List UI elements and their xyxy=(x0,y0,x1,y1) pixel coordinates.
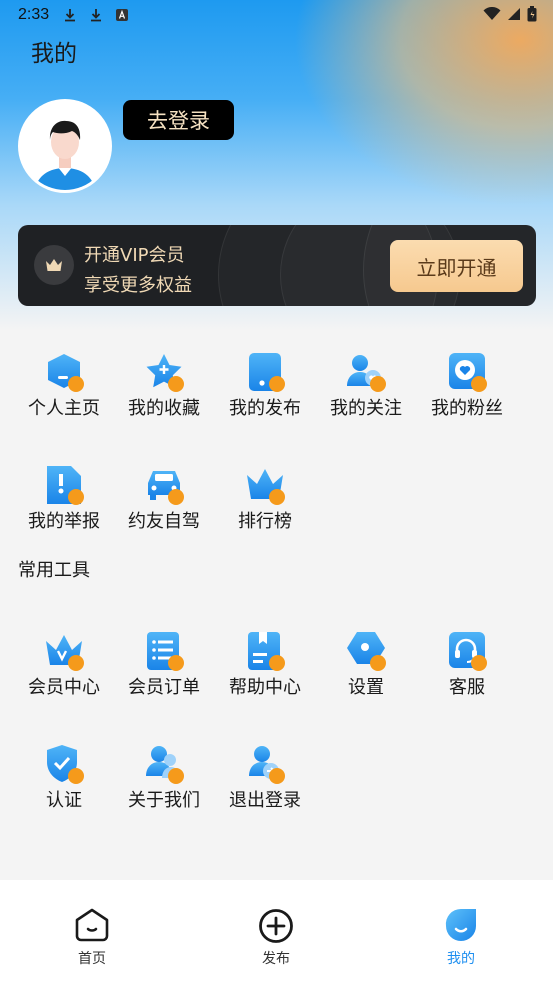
star-icon xyxy=(144,352,184,392)
tool-item-label: 设置 xyxy=(348,677,384,698)
status-icons xyxy=(483,6,537,22)
status-time: 2:33 xyxy=(18,6,50,23)
tool-item-about-us[interactable]: 关于我们 xyxy=(114,744,214,816)
login-button[interactable]: 去登录 xyxy=(123,100,234,140)
app-notification-icon xyxy=(116,9,129,21)
tool-item-help-center[interactable]: 帮助中心 xyxy=(215,631,315,703)
tab-label: 首页 xyxy=(78,951,106,967)
tools-section-title: 常用工具 xyxy=(18,560,90,581)
menu-item-label: 约友自驾 xyxy=(128,511,200,532)
tool-item-label: 会员订单 xyxy=(128,677,200,698)
vip-crown-badge xyxy=(34,245,74,285)
car-icon xyxy=(144,465,184,505)
page-title: 我的 xyxy=(31,41,77,67)
crown-icon xyxy=(46,259,62,271)
tool-item-settings[interactable]: 设置 xyxy=(316,631,416,703)
vip-title: 开通VIP会员 xyxy=(84,245,185,266)
tool-item-label: 认证 xyxy=(46,790,82,811)
tool-item-label: 客服 xyxy=(449,677,485,698)
menu-item-label: 我的发布 xyxy=(229,398,301,419)
menu-item-label: 我的粉丝 xyxy=(431,398,503,419)
vip-crown-icon xyxy=(44,631,84,671)
download-icon xyxy=(65,9,76,22)
menu-item-report[interactable]: 我的举报 xyxy=(14,465,114,537)
menu-item-label: 我的关注 xyxy=(330,398,402,419)
vip-subtitle: 享受更多权益 xyxy=(84,275,192,296)
status-bar: 2:33 xyxy=(0,0,553,30)
plus-circle-icon xyxy=(259,909,293,943)
help-book-icon xyxy=(245,631,285,671)
signal-icon xyxy=(508,8,520,20)
crown-icon xyxy=(245,465,285,505)
home-page-icon xyxy=(44,352,84,392)
battery-icon xyxy=(527,6,537,22)
shield-check-icon xyxy=(44,744,84,784)
menu-item-my-posts[interactable]: 我的发布 xyxy=(215,352,315,424)
tab-publish[interactable]: 发布 xyxy=(236,908,316,968)
menu-item-favorites[interactable]: 我的收藏 xyxy=(114,352,214,424)
tool-item-customer-service[interactable]: 客服 xyxy=(417,631,517,703)
menu-item-label: 个人主页 xyxy=(28,398,100,419)
menu-item-fans[interactable]: 我的粉丝 xyxy=(417,352,517,424)
logout-user-icon xyxy=(245,744,285,784)
menu-item-following[interactable]: 我的关注 xyxy=(316,352,416,424)
bottom-tab-bar: 首页 发布 我的 xyxy=(0,880,553,983)
phone-icon xyxy=(245,352,285,392)
wifi-icon xyxy=(483,7,501,20)
avatar-icon xyxy=(21,102,109,190)
tool-item-logout[interactable]: 退出登录 xyxy=(215,744,315,816)
profile-icon xyxy=(445,908,476,941)
avatar[interactable] xyxy=(18,99,112,193)
report-icon xyxy=(44,465,84,505)
menu-item-label: 我的收藏 xyxy=(128,398,200,419)
tab-home[interactable]: 首页 xyxy=(52,908,132,968)
settings-icon xyxy=(346,631,386,671)
menu-item-ranking[interactable]: 排行榜 xyxy=(215,465,315,537)
tool-item-vip-center[interactable]: 会员中心 xyxy=(14,631,114,703)
headset-icon xyxy=(447,631,487,671)
menu-item-personal-page[interactable]: 个人主页 xyxy=(14,352,114,424)
menu-item-self-drive[interactable]: 约友自驾 xyxy=(114,465,214,537)
vip-open-button[interactable]: 立即开通 xyxy=(390,240,523,292)
tool-item-label: 关于我们 xyxy=(128,790,200,811)
tool-item-label: 会员中心 xyxy=(28,677,100,698)
follow-user-icon xyxy=(346,352,386,392)
home-icon xyxy=(75,908,109,942)
menu-item-label: 排行榜 xyxy=(238,511,292,532)
tab-mine[interactable]: 我的 xyxy=(421,908,501,968)
tool-item-vip-orders[interactable]: 会员订单 xyxy=(114,631,214,703)
tab-label: 我的 xyxy=(447,951,475,967)
tool-item-verification[interactable]: 认证 xyxy=(14,744,114,816)
download-icon xyxy=(91,9,102,22)
tool-item-label: 退出登录 xyxy=(229,790,301,811)
tool-item-label: 帮助中心 xyxy=(229,677,301,698)
heart-icon xyxy=(447,352,487,392)
vip-banner[interactable]: 开通VIP会员 享受更多权益 立即开通 xyxy=(18,225,536,306)
tab-label: 发布 xyxy=(262,951,290,967)
users-icon xyxy=(144,744,184,784)
order-list-icon xyxy=(144,631,184,671)
menu-item-label: 我的举报 xyxy=(28,511,100,532)
